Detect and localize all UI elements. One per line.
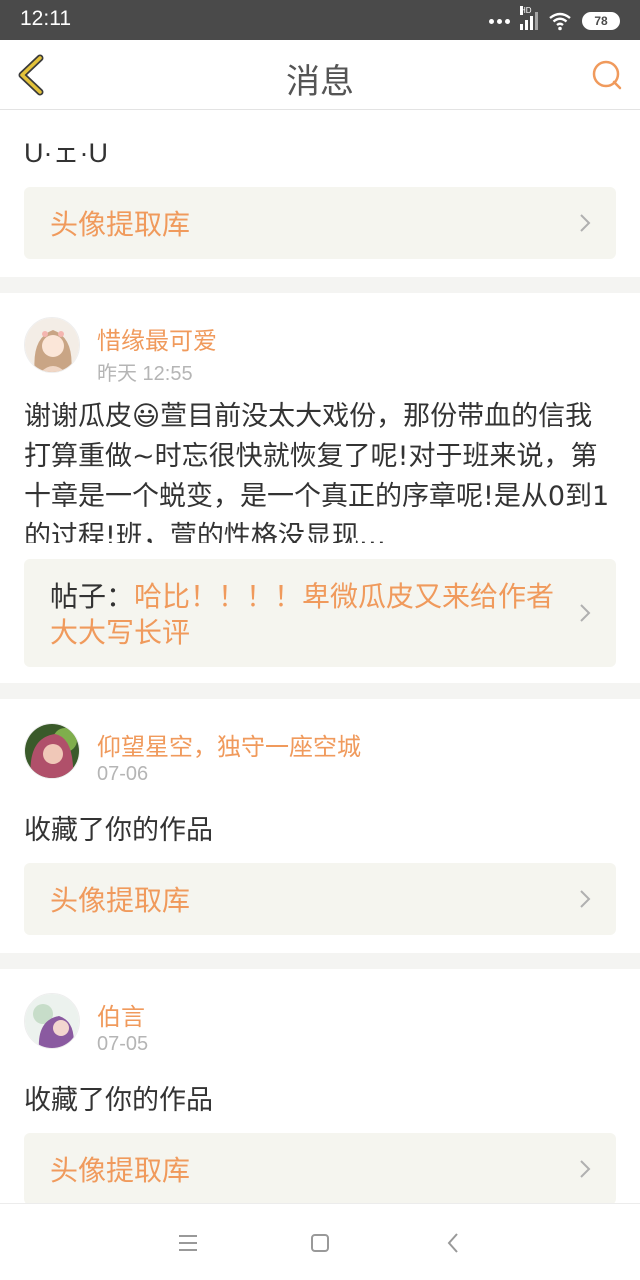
status-time: 12:11 bbox=[20, 7, 71, 30]
message-card: 伯言 07-05 收藏了你的作品 头像提取库 bbox=[0, 969, 640, 1203]
status-bar: 12:11 HD 78 bbox=[0, 0, 640, 40]
reference-link[interactable]: 头像提取库 bbox=[24, 187, 616, 259]
reference-label: 头像提取库 bbox=[50, 884, 191, 917]
post-time: 07-05 bbox=[97, 1033, 149, 1055]
separator bbox=[0, 683, 640, 699]
separator bbox=[0, 953, 640, 969]
hd-label: HD bbox=[520, 6, 532, 15]
reference-link[interactable]: 头像提取库 bbox=[24, 863, 616, 935]
page-title: 消息 bbox=[286, 62, 354, 102]
reference-link[interactable]: 帖子：哈比！！！！卑微瓜皮又来给作者大大写长评 bbox=[24, 559, 616, 667]
battery-icon: 78 bbox=[582, 12, 620, 30]
search-icon[interactable] bbox=[590, 58, 624, 92]
message-list[interactable]: U·ェ·U 头像提取库 惜缘最可爱 昨天 12:55 谢谢瓜皮😃萱目前没太大戏份… bbox=[0, 111, 640, 1203]
chevron-right-icon bbox=[580, 1160, 591, 1178]
message-card: 惜缘最可爱 昨天 12:55 谢谢瓜皮😃萱目前没太大戏份，那份带血的信我打算重做… bbox=[0, 293, 640, 683]
status-icons: HD 78 bbox=[489, 6, 620, 32]
chevron-right-icon bbox=[580, 890, 591, 908]
avatar[interactable] bbox=[24, 993, 80, 1049]
more-dots-icon bbox=[489, 18, 510, 24]
post-time: 昨天 12:55 bbox=[97, 363, 193, 385]
home-icon[interactable] bbox=[307, 1230, 333, 1256]
reference-label: 头像提取库 bbox=[50, 208, 191, 241]
username[interactable]: 仰望星空，独守一座空城 bbox=[97, 727, 361, 762]
chevron-right-icon bbox=[580, 604, 591, 622]
back-icon[interactable] bbox=[441, 1230, 467, 1256]
smiley-emoji-icon: 😃 bbox=[132, 401, 161, 432]
reference-label: 头像提取库 bbox=[50, 1154, 191, 1187]
signal-icon: HD bbox=[520, 6, 538, 30]
message-card: 仰望星空，独守一座空城 07-06 收藏了你的作品 头像提取库 bbox=[0, 699, 640, 953]
menu-icon[interactable] bbox=[175, 1230, 201, 1256]
separator bbox=[0, 277, 640, 293]
chevron-right-icon bbox=[580, 214, 591, 232]
wifi-icon bbox=[549, 12, 571, 31]
reference-prefix: 帖子： bbox=[50, 580, 135, 613]
reference-link[interactable]: 头像提取库 bbox=[24, 1133, 616, 1203]
avatar[interactable] bbox=[24, 317, 80, 373]
message-text: 收藏了你的作品 bbox=[24, 1085, 213, 1116]
message-text-part1: 谢谢瓜皮 bbox=[24, 401, 132, 432]
message-text: 收藏了你的作品 bbox=[24, 815, 213, 846]
avatar[interactable] bbox=[24, 723, 80, 779]
post-time: 07-06 bbox=[97, 763, 149, 785]
nav-bar: 消息 bbox=[0, 40, 640, 110]
username[interactable]: 伯言 bbox=[97, 997, 145, 1032]
message-card: U·ェ·U 头像提取库 bbox=[0, 111, 640, 277]
message-text: 谢谢瓜皮😃萱目前没太大戏份，那份带血的信我打算重做~时忘很快就恢复了呢!对于班来… bbox=[24, 393, 616, 543]
username[interactable]: 惜缘最可爱 bbox=[97, 321, 217, 356]
system-nav-bar bbox=[0, 1203, 640, 1280]
message-text: U·ェ·U bbox=[24, 138, 108, 168]
